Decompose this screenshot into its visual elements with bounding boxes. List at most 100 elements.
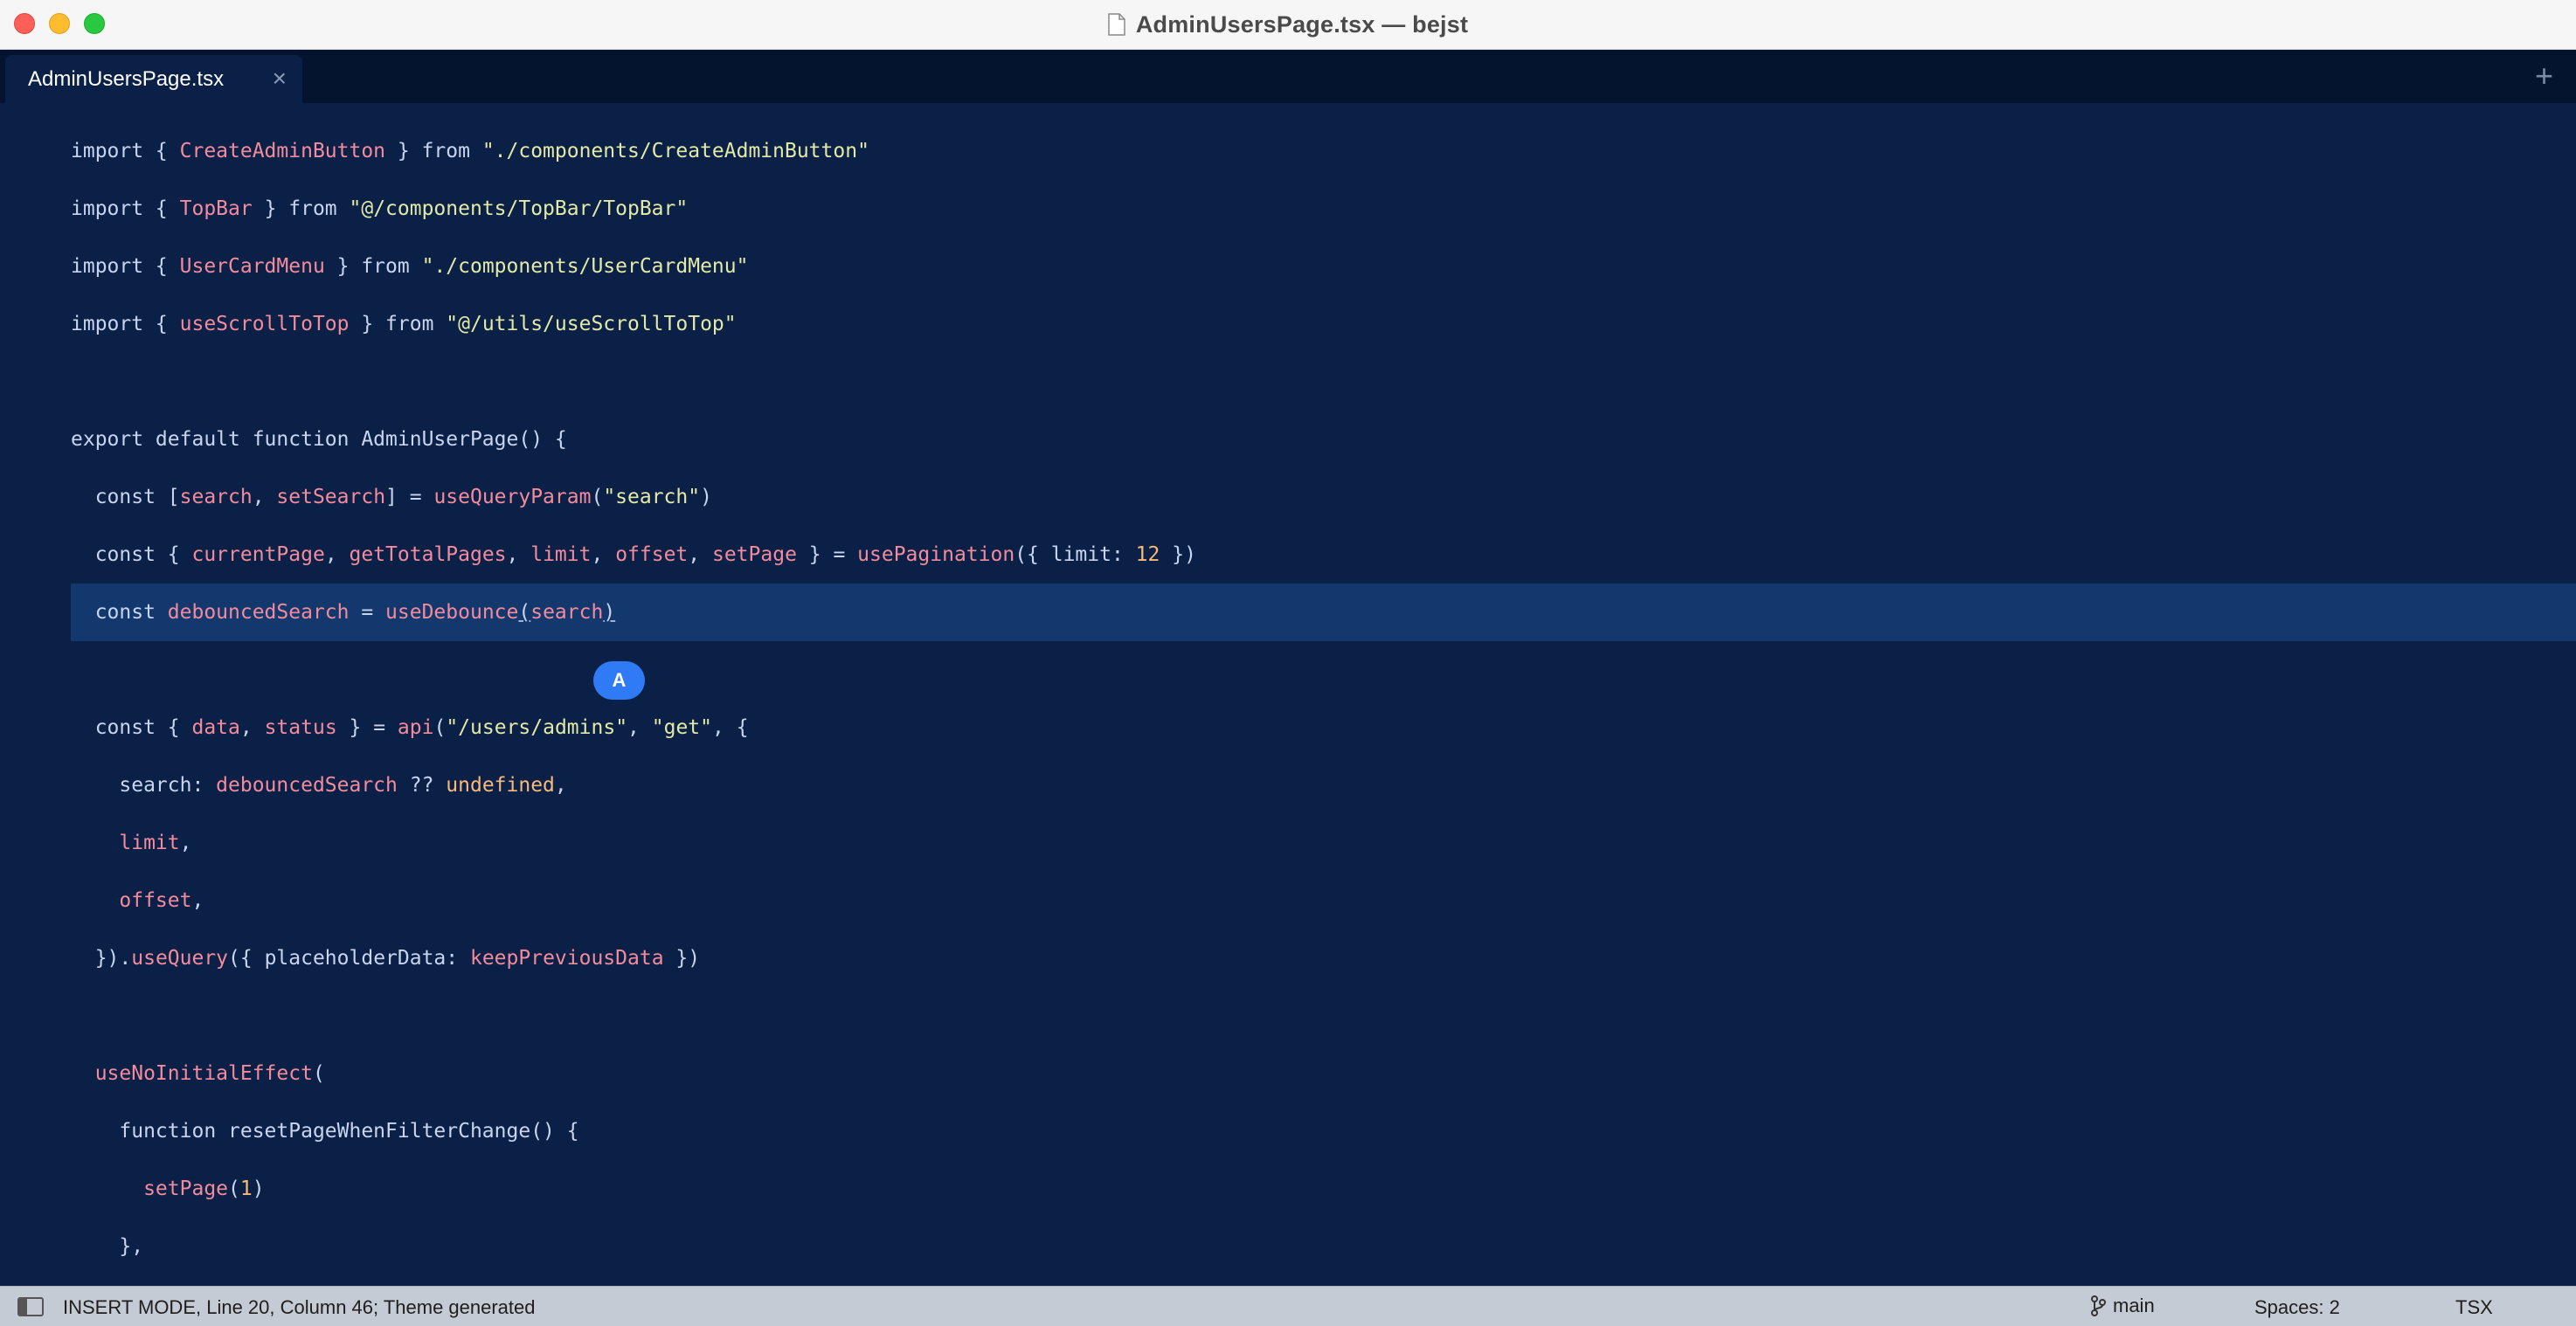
code-token: ({ limit: xyxy=(1014,543,1136,566)
code-token: import { xyxy=(71,197,180,220)
code-token: undefined xyxy=(446,774,555,797)
code-line[interactable]: import { useScrollToTop } from "@/utils/… xyxy=(71,295,737,353)
code-token: UserCardMenu xyxy=(179,255,325,278)
code-line[interactable]: }).useQuery({ placeholderData: keepPrevi… xyxy=(71,929,700,987)
code-token: "search" xyxy=(603,486,701,508)
code-token: "@/utils/useScrollToTop" xyxy=(446,313,737,335)
code-token: , xyxy=(506,543,531,566)
document-icon xyxy=(1108,13,1125,36)
maximize-window-button[interactable] xyxy=(84,13,105,34)
status-mode-text: INSERT MODE, Line 20, Column 46; Theme g… xyxy=(63,1296,536,1318)
status-bar: INSERT MODE, Line 20, Column 46; Theme g… xyxy=(0,1286,2576,1326)
code-line[interactable]: search: debouncedSearch ?? undefined, xyxy=(71,756,567,814)
code-token: ( xyxy=(518,601,531,624)
code-token: , xyxy=(252,486,277,508)
code-token: = xyxy=(349,601,386,624)
code-line[interactable]: useNoInitialEffect( xyxy=(71,1045,325,1102)
code-token: useQuery xyxy=(131,947,229,970)
code-token: function resetPageWhenFilterChange() { xyxy=(71,1120,579,1143)
code-token: , xyxy=(324,543,350,566)
code-token: }). xyxy=(71,947,132,970)
indentation-setting[interactable]: Spaces: 2 xyxy=(2254,1296,2340,1319)
code-token: import { xyxy=(71,255,180,278)
code-token: 12 xyxy=(1135,543,1160,566)
code-token: currentPage xyxy=(191,543,325,566)
code-token: } from xyxy=(349,313,447,335)
code-line[interactable]: import { TopBar } from "@/components/Top… xyxy=(71,180,688,238)
code-token: keepPreviousData xyxy=(469,947,664,970)
code-line[interactable]: import { UserCardMenu } from "./componen… xyxy=(71,238,748,295)
code-line[interactable]: offset, xyxy=(71,872,204,929)
code-token: ({ placeholderData: xyxy=(228,947,470,970)
code-line[interactable]: limit, xyxy=(71,814,191,872)
code-token: } from xyxy=(252,197,350,220)
code-line[interactable]: const [search, setSearch] = useQueryPara… xyxy=(71,468,712,526)
code-line[interactable]: setPage(1) xyxy=(71,1160,265,1218)
tab-bar: AdminUsersPage.tsx × + xyxy=(0,50,2576,103)
code-token: export default function AdminUserPage() … xyxy=(71,428,567,451)
code-token: getTotalPages xyxy=(349,543,507,566)
code-token: }) xyxy=(663,947,701,970)
close-icon[interactable]: × xyxy=(273,66,287,91)
code-token: "./components/UserCardMenu" xyxy=(421,255,749,278)
code-token: ( xyxy=(312,1062,325,1085)
code-line[interactable]: import { CreateAdminButton } from "./com… xyxy=(71,122,869,180)
code-token: status xyxy=(264,716,337,739)
code-token: , xyxy=(179,832,192,854)
code-token: ) xyxy=(700,486,712,508)
window-controls xyxy=(14,13,105,34)
assistant-badge[interactable]: A xyxy=(593,661,645,700)
code-token: , xyxy=(239,716,265,739)
code-token: offset xyxy=(615,543,689,566)
code-token: , xyxy=(591,543,616,566)
code-token: , xyxy=(688,543,712,566)
code-token: ( xyxy=(433,716,447,739)
code-line-current[interactable]: const debouncedSearch = useDebounce(sear… xyxy=(71,584,2576,641)
code-token: useNoInitialEffect xyxy=(71,1062,313,1085)
tab-label: AdminUsersPage.tsx xyxy=(28,66,225,91)
code-token: setSearch xyxy=(276,486,386,508)
code-token: useQueryParam xyxy=(433,486,592,508)
code-token: api xyxy=(397,716,434,739)
code-line[interactable]: function resetPageWhenFilterChange() { xyxy=(71,1102,579,1160)
code-token: limit xyxy=(71,832,180,854)
minimize-window-button[interactable] xyxy=(49,13,70,34)
code-token: import { xyxy=(71,313,180,335)
code-token: search xyxy=(530,601,604,624)
syntax-mode[interactable]: TSX xyxy=(2455,1296,2493,1319)
sidebar-toggle-icon[interactable] xyxy=(17,1297,44,1316)
code-token: data xyxy=(191,716,240,739)
git-branch[interactable]: main xyxy=(2090,1295,2155,1317)
code-token: ?? xyxy=(397,774,447,797)
code-token: search: xyxy=(71,774,217,797)
tab-adminuserspage[interactable]: AdminUsersPage.tsx × xyxy=(5,55,302,103)
code-line[interactable]: const { currentPage, getTotalPages, limi… xyxy=(71,526,1196,584)
new-tab-plus-icon[interactable]: + xyxy=(2535,59,2553,93)
close-window-button[interactable] xyxy=(14,13,35,34)
code-token: } from xyxy=(324,255,422,278)
code-line[interactable]: export default function AdminUserPage() … xyxy=(71,411,567,468)
code-token: } = xyxy=(336,716,398,739)
code-token: const [ xyxy=(71,486,180,508)
code-token: ] = xyxy=(385,486,434,508)
code-token: CreateAdminButton xyxy=(179,140,386,162)
window-title: AdminUsersPage.tsx — bejst xyxy=(1135,10,1469,38)
code-token: debouncedSearch xyxy=(216,774,398,797)
code-line[interactable]: }, xyxy=(71,1218,143,1275)
window-title-group: AdminUsersPage.tsx — bejst xyxy=(1108,11,1468,38)
code-line[interactable]: const { data, status } = api("/users/adm… xyxy=(71,699,749,756)
git-branch-label: main xyxy=(2113,1295,2155,1316)
code-token: 1 xyxy=(239,1178,253,1200)
code-token: offset xyxy=(71,889,192,912)
code-token: , xyxy=(627,716,652,739)
git-branch-icon xyxy=(2091,1295,2106,1316)
code-token: debouncedSearch xyxy=(167,601,350,624)
code-token: search xyxy=(179,486,253,508)
code-token: TopBar xyxy=(179,197,253,220)
code-token: , xyxy=(554,774,567,797)
code-token: }, xyxy=(71,1235,144,1258)
code-token: ) xyxy=(252,1178,265,1200)
code-token: "/users/admins" xyxy=(446,716,628,739)
code-token: const { xyxy=(71,716,192,739)
code-editor[interactable]: import { CreateAdminButton } from "./com… xyxy=(0,103,2576,1286)
